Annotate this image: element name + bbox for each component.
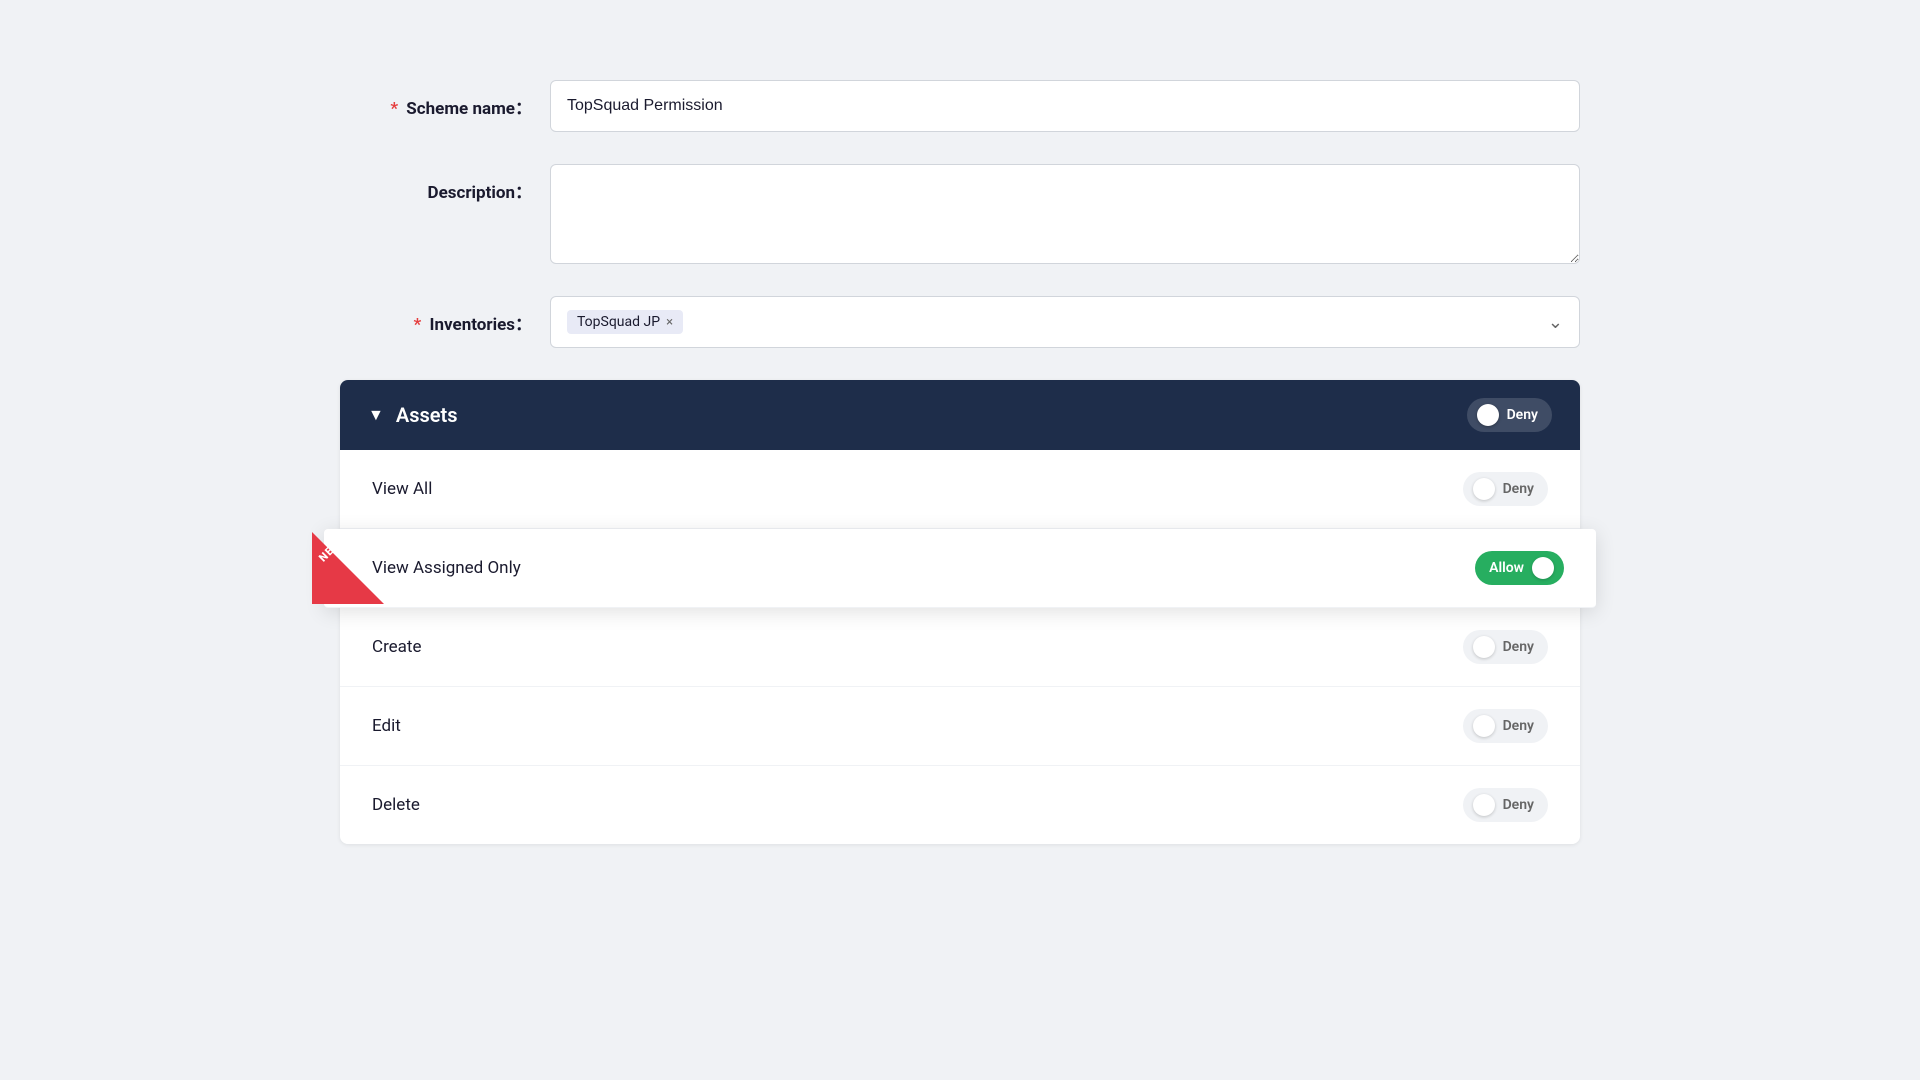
scheme-name-label: * Scheme name： bbox=[340, 94, 550, 119]
assets-title: Assets bbox=[396, 403, 458, 427]
tag-close-icon[interactable]: × bbox=[666, 316, 673, 329]
inventory-tag: TopSquad JP × bbox=[567, 310, 683, 334]
toggle-text-view-assigned-only: Allow bbox=[1489, 560, 1524, 576]
new-badge-container: NEW bbox=[312, 532, 384, 604]
permission-row-edit: Edit Deny bbox=[340, 687, 1580, 766]
toggle-text-edit: Deny bbox=[1503, 718, 1534, 734]
permission-label-create: Create bbox=[372, 637, 422, 657]
toggle-text-view-all: Deny bbox=[1503, 481, 1534, 497]
toggle-view-assigned-only[interactable]: Allow bbox=[1475, 551, 1564, 585]
toggle-knob-create bbox=[1473, 636, 1495, 658]
permission-label-view-assigned-only: View Assigned Only bbox=[372, 558, 521, 578]
permission-label-view-all: View All bbox=[372, 479, 432, 499]
page-container: * Scheme name： Description： * Inventorie… bbox=[0, 0, 1920, 1080]
new-badge-triangle bbox=[312, 532, 384, 604]
toggle-text-delete: Deny bbox=[1503, 797, 1534, 813]
assets-header-toggle-label: Deny bbox=[1507, 407, 1538, 423]
required-star: * bbox=[390, 99, 398, 119]
description-row: Description： bbox=[340, 164, 1580, 264]
assets-header-toggle[interactable]: Deny bbox=[1467, 398, 1552, 432]
toggle-text-create: Deny bbox=[1503, 639, 1534, 655]
description-label: Description： bbox=[340, 164, 550, 203]
toggle-knob-edit bbox=[1473, 715, 1495, 737]
permission-row-view-all: View All Deny bbox=[340, 450, 1580, 529]
description-input[interactable] bbox=[550, 164, 1580, 264]
inventories-select[interactable]: TopSquad JP × ⌄ bbox=[550, 296, 1580, 348]
tag-container: TopSquad JP × bbox=[567, 310, 683, 334]
permission-row-create: Create Deny bbox=[340, 608, 1580, 687]
permission-label-edit: Edit bbox=[372, 716, 401, 736]
permission-row-delete: Delete Deny bbox=[340, 766, 1580, 844]
toggle-create[interactable]: Deny bbox=[1463, 630, 1548, 664]
toggle-knob-view-assigned-only bbox=[1532, 557, 1554, 579]
inventories-row: * Inventories： TopSquad JP × ⌄ bbox=[340, 296, 1580, 348]
assets-body: View All Deny NEW View Assigned Only All… bbox=[340, 450, 1580, 844]
inventories-label: * Inventories： bbox=[340, 310, 550, 335]
toggle-view-all[interactable]: Deny bbox=[1463, 472, 1548, 506]
chevron-down-icon: ⌄ bbox=[1548, 312, 1563, 333]
toggle-delete[interactable]: Deny bbox=[1463, 788, 1548, 822]
scheme-name-row: * Scheme name： bbox=[340, 80, 1580, 132]
assets-header-left: ▼ Assets bbox=[368, 403, 458, 427]
assets-section: ▼ Assets Deny View All Deny bbox=[340, 380, 1580, 844]
toggle-knob-header bbox=[1477, 404, 1499, 426]
permission-row-view-assigned-only: NEW View Assigned Only Allow bbox=[324, 529, 1596, 608]
permission-label-delete: Delete bbox=[372, 795, 420, 815]
toggle-knob-delete bbox=[1473, 794, 1495, 816]
assets-chevron-icon[interactable]: ▼ bbox=[368, 405, 384, 425]
toggle-edit[interactable]: Deny bbox=[1463, 709, 1548, 743]
toggle-knob-view-all bbox=[1473, 478, 1495, 500]
assets-header: ▼ Assets Deny bbox=[340, 380, 1580, 450]
required-star-inventories: * bbox=[414, 315, 422, 335]
scheme-name-input[interactable] bbox=[550, 80, 1580, 132]
